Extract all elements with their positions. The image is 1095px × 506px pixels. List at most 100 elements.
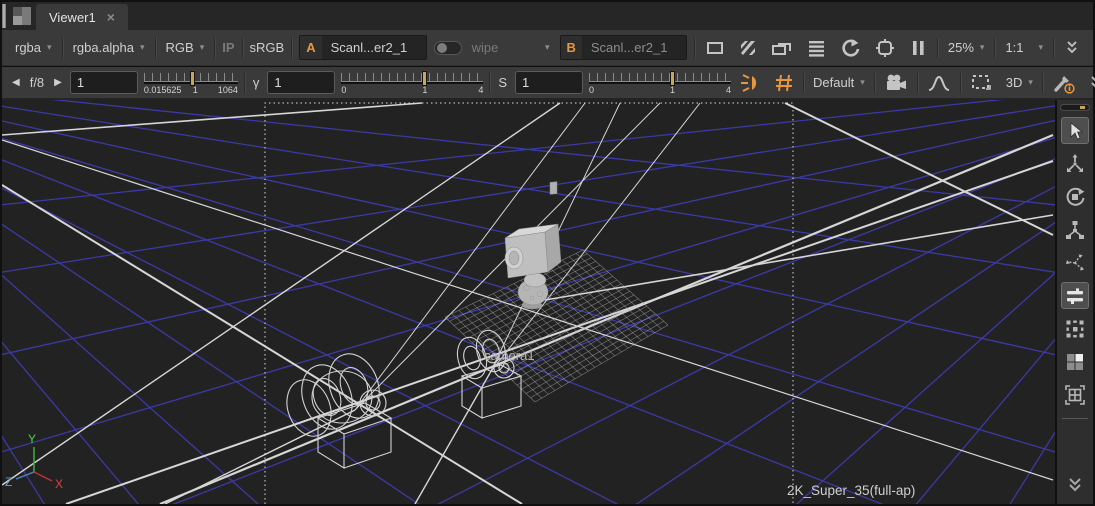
pause-icon[interactable] [906,36,930,60]
input-a-selector[interactable]: A Scanl...er2_1 [299,35,426,60]
tab-viewer1[interactable]: Viewer1 × [36,4,128,30]
zoom-dropdown[interactable]: 25% ▾ [945,38,988,57]
separator [244,73,245,93]
headlamp-3d-lighting-icon[interactable] [737,71,765,95]
tick-label: 0.015625 [144,85,182,95]
layout-grid-icon [1064,318,1086,340]
nuke-viewer-panel: Viewer1 × rgba ▾ rgba.alpha ▾ RGB ▾ IP s… [0,0,1095,506]
input-process-button[interactable]: IP [222,40,234,55]
alpha-dropdown[interactable]: rgba.alpha ▾ [70,38,148,57]
gamma-slider-handle[interactable] [422,71,427,86]
update-target-icon[interactable] [871,36,899,60]
gamma-input[interactable] [267,71,335,94]
quad-view-button[interactable] [1061,348,1089,375]
pane-menu-icon[interactable] [12,6,32,26]
full-frame-icon[interactable] [702,36,728,60]
tick-label: 4 [478,85,483,95]
chevron-down-icon: ▾ [1038,42,1043,53]
refresh-icon[interactable] [836,36,864,60]
chevron-double-down-icon[interactable] [1085,72,1095,94]
rotate-tool-button[interactable] [1061,183,1089,210]
multi-slider-tool-button[interactable] [1061,282,1089,309]
separator [694,38,695,58]
close-icon[interactable]: × [107,10,115,24]
slider-track [589,81,731,84]
separator [1053,38,1054,58]
rotate-icon [1064,186,1086,208]
wipe-dropdown-value: wipe [472,40,499,55]
tick-label: 1 [193,85,198,95]
chevron-down-icon: ▾ [860,77,865,88]
format-label: 2K_Super_35(full-ap) [787,483,915,498]
skew-tool-button[interactable] [1061,249,1089,276]
select-tool-button[interactable] [1061,117,1089,144]
saturation-slider-handle[interactable] [670,71,675,86]
proxy-stripes-icon[interactable] [735,36,761,60]
hash-grid-icon[interactable] [771,71,797,95]
gain-input[interactable] [70,71,138,94]
gamma-slider[interactable]: 0 1 4 [341,68,483,98]
zoom-dropdown-value: 25% [948,40,974,55]
chevron-double-down-icon[interactable] [1061,37,1083,59]
quad-view-icon [1064,351,1086,373]
pane-grip[interactable] [2,4,6,28]
channel-display-value: RGB [166,40,194,55]
scale-icon [1064,219,1086,241]
gain-slider-handle[interactable] [190,71,195,86]
fstop-prev-button[interactable]: ◀ [10,77,22,88]
chevron-down-icon: ▾ [980,42,985,53]
multi-view-layout-button[interactable] [1061,315,1089,342]
camera-name-label: camera1 [484,348,535,363]
scale-tool-button[interactable] [1061,216,1089,243]
side-toolbar-scrollbar[interactable] [1060,104,1090,111]
axis-gizmo: Y X Z [5,432,63,491]
frame-view-button[interactable] [1061,381,1089,408]
wipe-dropdown[interactable]: wipe ▾ [469,38,553,57]
chevron-down-icon: ▾ [140,42,145,53]
view-selection-dropdown[interactable]: 3D ▾ [1003,73,1036,92]
chevron-double-down-icon[interactable] [1061,471,1089,498]
tick-label: 4 [726,85,731,95]
layer-dropdown-value: rgba [15,40,41,55]
tick-label: 1 [422,85,427,95]
overlay-frames-icon[interactable] [768,36,796,60]
scanline-mode-icon[interactable] [803,36,829,60]
axis-y-label: Y [28,432,36,446]
separator [62,38,63,58]
tab-bar: Viewer1 × [2,2,1093,30]
fine-mesh-plane [445,250,668,402]
viewer-mode-dropdown[interactable]: Default ▾ [810,73,868,92]
divider [1062,418,1088,419]
skew-icon [1064,252,1086,274]
layer-dropdown[interactable]: rgba ▾ [12,38,55,57]
pixel-aspect-dropdown[interactable]: 1:1 ▾ [1002,38,1046,57]
colorspace-button[interactable]: sRGB [250,40,285,55]
gaussian-curve-icon[interactable] [924,71,954,95]
separator [155,38,156,58]
channel-display-dropdown[interactable]: RGB ▾ [163,38,208,57]
tick-label: 1064 [218,85,238,95]
translate-tool-button[interactable] [1061,150,1089,177]
region-of-interest-icon[interactable] [967,71,997,95]
gain-slider[interactable]: 0.015625 1 1064 [144,68,238,98]
scrollbar-nub [1080,106,1085,109]
input-b-badge: B [561,36,582,59]
separator [917,73,918,93]
wipe-toggle[interactable] [434,41,462,55]
input-a-badge: A [300,36,321,59]
exposure-toolbar: ◀ f/8 ▶ 0.015625 1 1064 γ 0 1 4 [2,67,1093,100]
separator [937,38,938,58]
fstop-next-button[interactable]: ▶ [52,77,64,88]
saturation-slider[interactable]: 0 1 4 [589,68,731,98]
wipe-toggle-knob [437,43,447,53]
separator [874,73,875,93]
eyedropper-info-icon[interactable] [1049,70,1079,96]
saturation-input[interactable] [515,71,583,94]
3d-viewport[interactable]: camera1 2K_Super_35(full-ap) Y X Z [2,100,1055,504]
gamma-label: γ [251,75,262,90]
input-b-selector[interactable]: B Scanl...er2_1 [560,35,687,60]
axis-x-label: X [55,477,63,491]
translate-icon [1064,153,1086,175]
axis-z-label: Z [5,475,12,489]
render-camera-icon[interactable] [881,71,911,95]
